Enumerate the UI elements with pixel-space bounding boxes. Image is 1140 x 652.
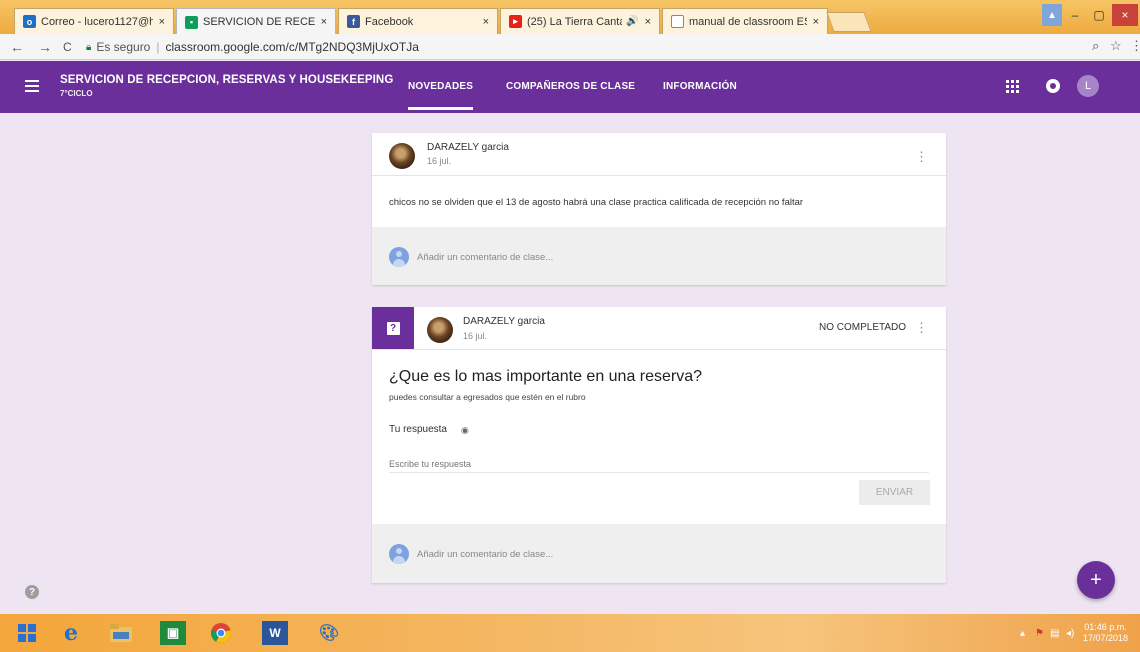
author-avatar <box>389 143 415 169</box>
outlook-icon: o <box>23 15 36 28</box>
tab-close-icon[interactable]: × <box>813 16 819 28</box>
comment-placeholder[interactable]: Añadir un comentario de clase... <box>417 549 553 560</box>
lock-icon: 🔒︎ <box>86 41 92 53</box>
more-options-icon[interactable]: ⋮ <box>915 321 928 334</box>
question-description: puedes consultar a egresados que estén e… <box>389 392 586 402</box>
announcement-card: DARAZELY garcia 16 jul. ⋮ chicos no se o… <box>372 133 946 285</box>
facebook-icon: f <box>347 15 360 28</box>
hamburger-menu-icon[interactable] <box>25 80 39 92</box>
word-icon[interactable]: W <box>262 621 288 645</box>
post-text: chicos no se olviden que el 13 de agosto… <box>389 197 804 208</box>
class-subtitle: 7°CICLO <box>60 89 93 98</box>
submit-button[interactable]: ENVIAR <box>859 480 930 505</box>
document-icon <box>671 15 684 28</box>
forward-button[interactable]: → <box>38 39 52 55</box>
browser-tab-classroom[interactable]: ▪ SERVICION DE RECEPCIO × <box>176 8 336 35</box>
url-field[interactable]: 🔒︎ Es seguro | classroom.google.com/c/MT… <box>86 37 1086 57</box>
answer-label: Tu respuesta <box>389 424 447 435</box>
new-tab-button[interactable] <box>826 12 872 32</box>
clock-date: 17/07/2018 <box>1083 633 1129 643</box>
tray-volume-icon[interactable]: ◂) <box>1066 628 1074 639</box>
divider: | <box>156 40 160 54</box>
apps-grid-icon[interactable] <box>1006 80 1019 93</box>
post-date: 16 jul. <box>463 331 488 341</box>
class-comment-box[interactable]: Añadir un comentario de clase... <box>372 227 946 285</box>
tab-informacion[interactable]: INFORMACIÓN <box>663 81 737 92</box>
windows-taskbar: e ▣ W 🎨︎ ▴ ⚑ ▤ ◂) 01:46 p.m. 17/07/2018 <box>0 614 1140 652</box>
commenter-avatar <box>389 247 409 267</box>
post-author: DARAZELY garcia <box>463 316 545 327</box>
question-mark-icon: ? <box>386 321 400 335</box>
question-badge: ? <box>372 307 414 349</box>
author-avatar <box>427 317 453 343</box>
chrome-icon[interactable] <box>208 621 234 645</box>
browser-tab-strip: o Correo - lucero1127@ho × ▪ SERVICION D… <box>0 0 1140 35</box>
commenter-avatar <box>389 544 409 564</box>
minimize-button[interactable]: – <box>1064 4 1086 26</box>
classroom-icon: ▪ <box>185 15 198 29</box>
tab-title: (25) La Tierra Canta - <box>527 15 623 28</box>
more-options-icon[interactable]: ⋮ <box>915 150 928 163</box>
user-profile-icon[interactable]: ▲ <box>1042 4 1062 26</box>
post-author: DARAZELY garcia <box>427 142 509 153</box>
question-title: ¿Que es lo mas importante en una reserva… <box>389 368 703 385</box>
browser-tab-youtube[interactable]: ▸ (25) La Tierra Canta - 🔊 × <box>500 8 660 34</box>
tab-title: SERVICION DE RECEPCIO <box>203 16 315 28</box>
reload-button[interactable]: C <box>63 40 72 54</box>
clock-time: 01:46 p.m. <box>1084 622 1127 632</box>
classroom-app-bar: SERVICION DE RECEPCION, RESERVAS Y HOUSE… <box>0 61 1140 113</box>
windows-start-icon[interactable] <box>14 621 40 645</box>
status-badge: NO COMPLETADO <box>819 322 907 333</box>
file-explorer-icon[interactable] <box>108 621 134 645</box>
tab-close-icon[interactable]: × <box>321 16 327 28</box>
tab-title: Facebook <box>365 15 414 28</box>
help-icon[interactable]: ? <box>25 585 39 599</box>
back-button[interactable]: ← <box>10 39 24 55</box>
internet-explorer-icon[interactable]: e <box>58 620 84 646</box>
comment-placeholder[interactable]: Añadir un comentario de clase... <box>417 252 553 263</box>
tray-network-icon[interactable]: ▤ <box>1050 628 1059 639</box>
tab-novedades[interactable]: NOVEDADES <box>408 81 474 110</box>
browser-tab-facebook[interactable]: f Facebook × <box>338 8 498 34</box>
add-fab-button[interactable]: + <box>1077 561 1115 599</box>
post-date: 16 jul. <box>427 156 452 166</box>
tab-close-icon[interactable]: × <box>159 16 165 28</box>
store-icon[interactable]: ▣ <box>160 621 186 645</box>
user-avatar[interactable]: L <box>1077 75 1099 97</box>
tab-close-icon[interactable]: × <box>645 16 651 28</box>
taskbar-clock[interactable]: 01:46 p.m. 17/07/2018 <box>1083 622 1128 644</box>
eye-icon: ◉ <box>461 425 469 435</box>
tab-title: manual de classroom EST <box>689 15 807 28</box>
class-comment-box[interactable]: Añadir un comentario de clase... <box>372 524 946 583</box>
tab-close-icon[interactable]: × <box>483 16 489 28</box>
divider <box>372 349 946 350</box>
class-title[interactable]: SERVICION DE RECEPCION, RESERVAS Y HOUSE… <box>60 74 393 86</box>
browser-tab-manual[interactable]: manual de classroom EST × <box>662 8 828 34</box>
paint-icon[interactable]: 🎨︎ <box>316 621 342 645</box>
browser-tab-correo[interactable]: o Correo - lucero1127@ho × <box>14 8 174 34</box>
youtube-icon: ▸ <box>509 15 522 28</box>
divider <box>372 175 946 176</box>
tray-chevron-icon[interactable]: ▴ <box>1020 628 1025 639</box>
notifications-icon[interactable] <box>1046 79 1060 93</box>
maximize-button[interactable]: ▢ <box>1088 4 1110 26</box>
answer-input[interactable] <box>389 459 929 473</box>
tray-flag-icon[interactable]: ⚑ <box>1035 628 1044 639</box>
star-icon[interactable]: ☆ <box>1110 38 1122 54</box>
tab-companeros[interactable]: COMPAÑEROS DE CLASE <box>506 81 635 92</box>
question-card: ? DARAZELY garcia 16 jul. NO COMPLETADO … <box>372 307 946 583</box>
url-text: classroom.google.com/c/MTg2NDQ3MjUxOTJa <box>165 40 419 54</box>
audio-icon[interactable]: 🔊 <box>626 16 638 27</box>
menu-icon[interactable]: ⋮ <box>1130 38 1140 54</box>
secure-label: Es seguro <box>96 40 151 54</box>
address-bar: ← → C 🔒︎ Es seguro | classroom.google.co… <box>0 34 1140 60</box>
tab-title: Correo - lucero1127@ho <box>41 15 153 28</box>
close-window-button[interactable]: × <box>1112 4 1138 26</box>
zoom-icon[interactable]: ⌕ <box>1092 38 1099 54</box>
